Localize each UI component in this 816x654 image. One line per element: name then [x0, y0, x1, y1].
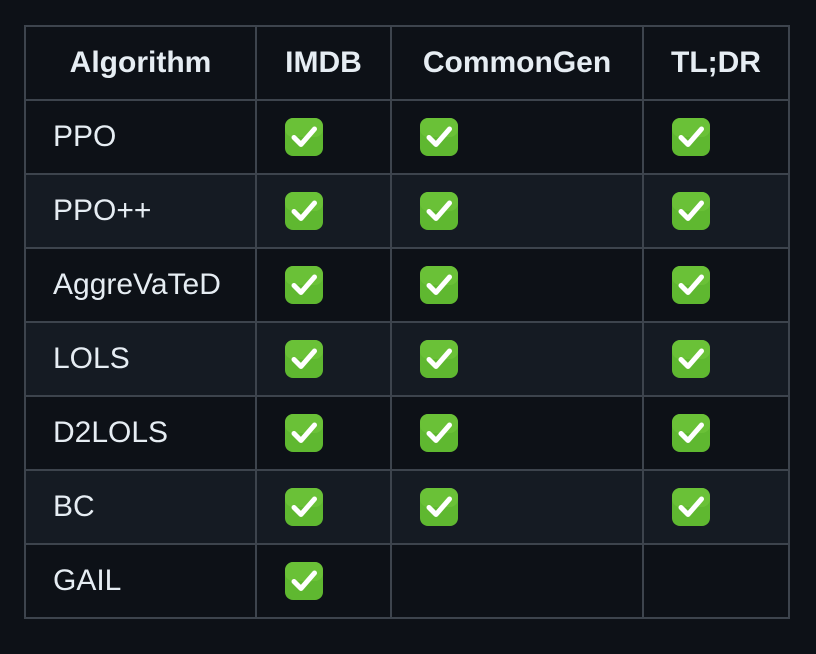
white-check-mark-icon: [419, 117, 459, 157]
cell-imdb: [255, 247, 392, 323]
header-commongen: CommonGen: [390, 25, 644, 101]
cell-commongen: [390, 247, 644, 323]
header-row: Algorithm IMDB CommonGen TL;DR: [24, 25, 790, 101]
table-row: LOLS: [24, 321, 790, 397]
white-check-mark-icon: [419, 413, 459, 453]
white-check-mark-icon: [284, 339, 324, 379]
white-check-mark-icon: [671, 339, 711, 379]
cell-algorithm: D2LOLS: [24, 395, 257, 471]
white-check-mark-icon: [284, 561, 324, 601]
white-check-mark-icon: [284, 487, 324, 527]
cell-commongen: [390, 99, 644, 175]
white-check-mark-icon: [284, 191, 324, 231]
white-check-mark-icon: [671, 265, 711, 305]
cell-imdb: [255, 543, 392, 619]
cell-tldr: [642, 247, 790, 323]
table-header: Algorithm IMDB CommonGen TL;DR: [24, 25, 790, 101]
white-check-mark-icon: [419, 339, 459, 379]
cell-algorithm: LOLS: [24, 321, 257, 397]
white-check-mark-icon: [284, 413, 324, 453]
table-body: PPO PPO++ AggreVaTeD LOLS D2LOLS BC GAIL: [24, 99, 790, 619]
cell-commongen: [390, 173, 644, 249]
cell-algorithm: PPO++: [24, 173, 257, 249]
cell-commongen: [390, 543, 644, 619]
table-row: BC: [24, 469, 790, 545]
white-check-mark-icon: [284, 265, 324, 305]
cell-commongen: [390, 469, 644, 545]
cell-tldr: [642, 395, 790, 471]
header-algorithm: Algorithm: [24, 25, 257, 101]
cell-imdb: [255, 99, 392, 175]
cell-imdb: [255, 469, 392, 545]
table-row: PPO++: [24, 173, 790, 249]
white-check-mark-icon: [419, 191, 459, 231]
white-check-mark-icon: [671, 487, 711, 527]
cell-commongen: [390, 395, 644, 471]
cell-tldr: [642, 469, 790, 545]
cell-tldr: [642, 543, 790, 619]
cell-imdb: [255, 321, 392, 397]
algorithm-support-table: Algorithm IMDB CommonGen TL;DR PPO PPO++: [24, 25, 790, 619]
cell-imdb: [255, 395, 392, 471]
table-row: AggreVaTeD: [24, 247, 790, 323]
cell-tldr: [642, 173, 790, 249]
cell-algorithm: PPO: [24, 99, 257, 175]
white-check-mark-icon: [284, 117, 324, 157]
cell-algorithm: GAIL: [24, 543, 257, 619]
white-check-mark-icon: [419, 265, 459, 305]
cell-tldr: [642, 99, 790, 175]
cell-imdb: [255, 173, 392, 249]
white-check-mark-icon: [671, 117, 711, 157]
white-check-mark-icon: [419, 487, 459, 527]
header-tldr: TL;DR: [642, 25, 790, 101]
cell-algorithm: AggreVaTeD: [24, 247, 257, 323]
white-check-mark-icon: [671, 191, 711, 231]
cell-commongen: [390, 321, 644, 397]
cell-algorithm: BC: [24, 469, 257, 545]
table-row: D2LOLS: [24, 395, 790, 471]
table-row: GAIL: [24, 543, 790, 619]
cell-tldr: [642, 321, 790, 397]
white-check-mark-icon: [671, 413, 711, 453]
table-row: PPO: [24, 99, 790, 175]
header-imdb: IMDB: [255, 25, 392, 101]
